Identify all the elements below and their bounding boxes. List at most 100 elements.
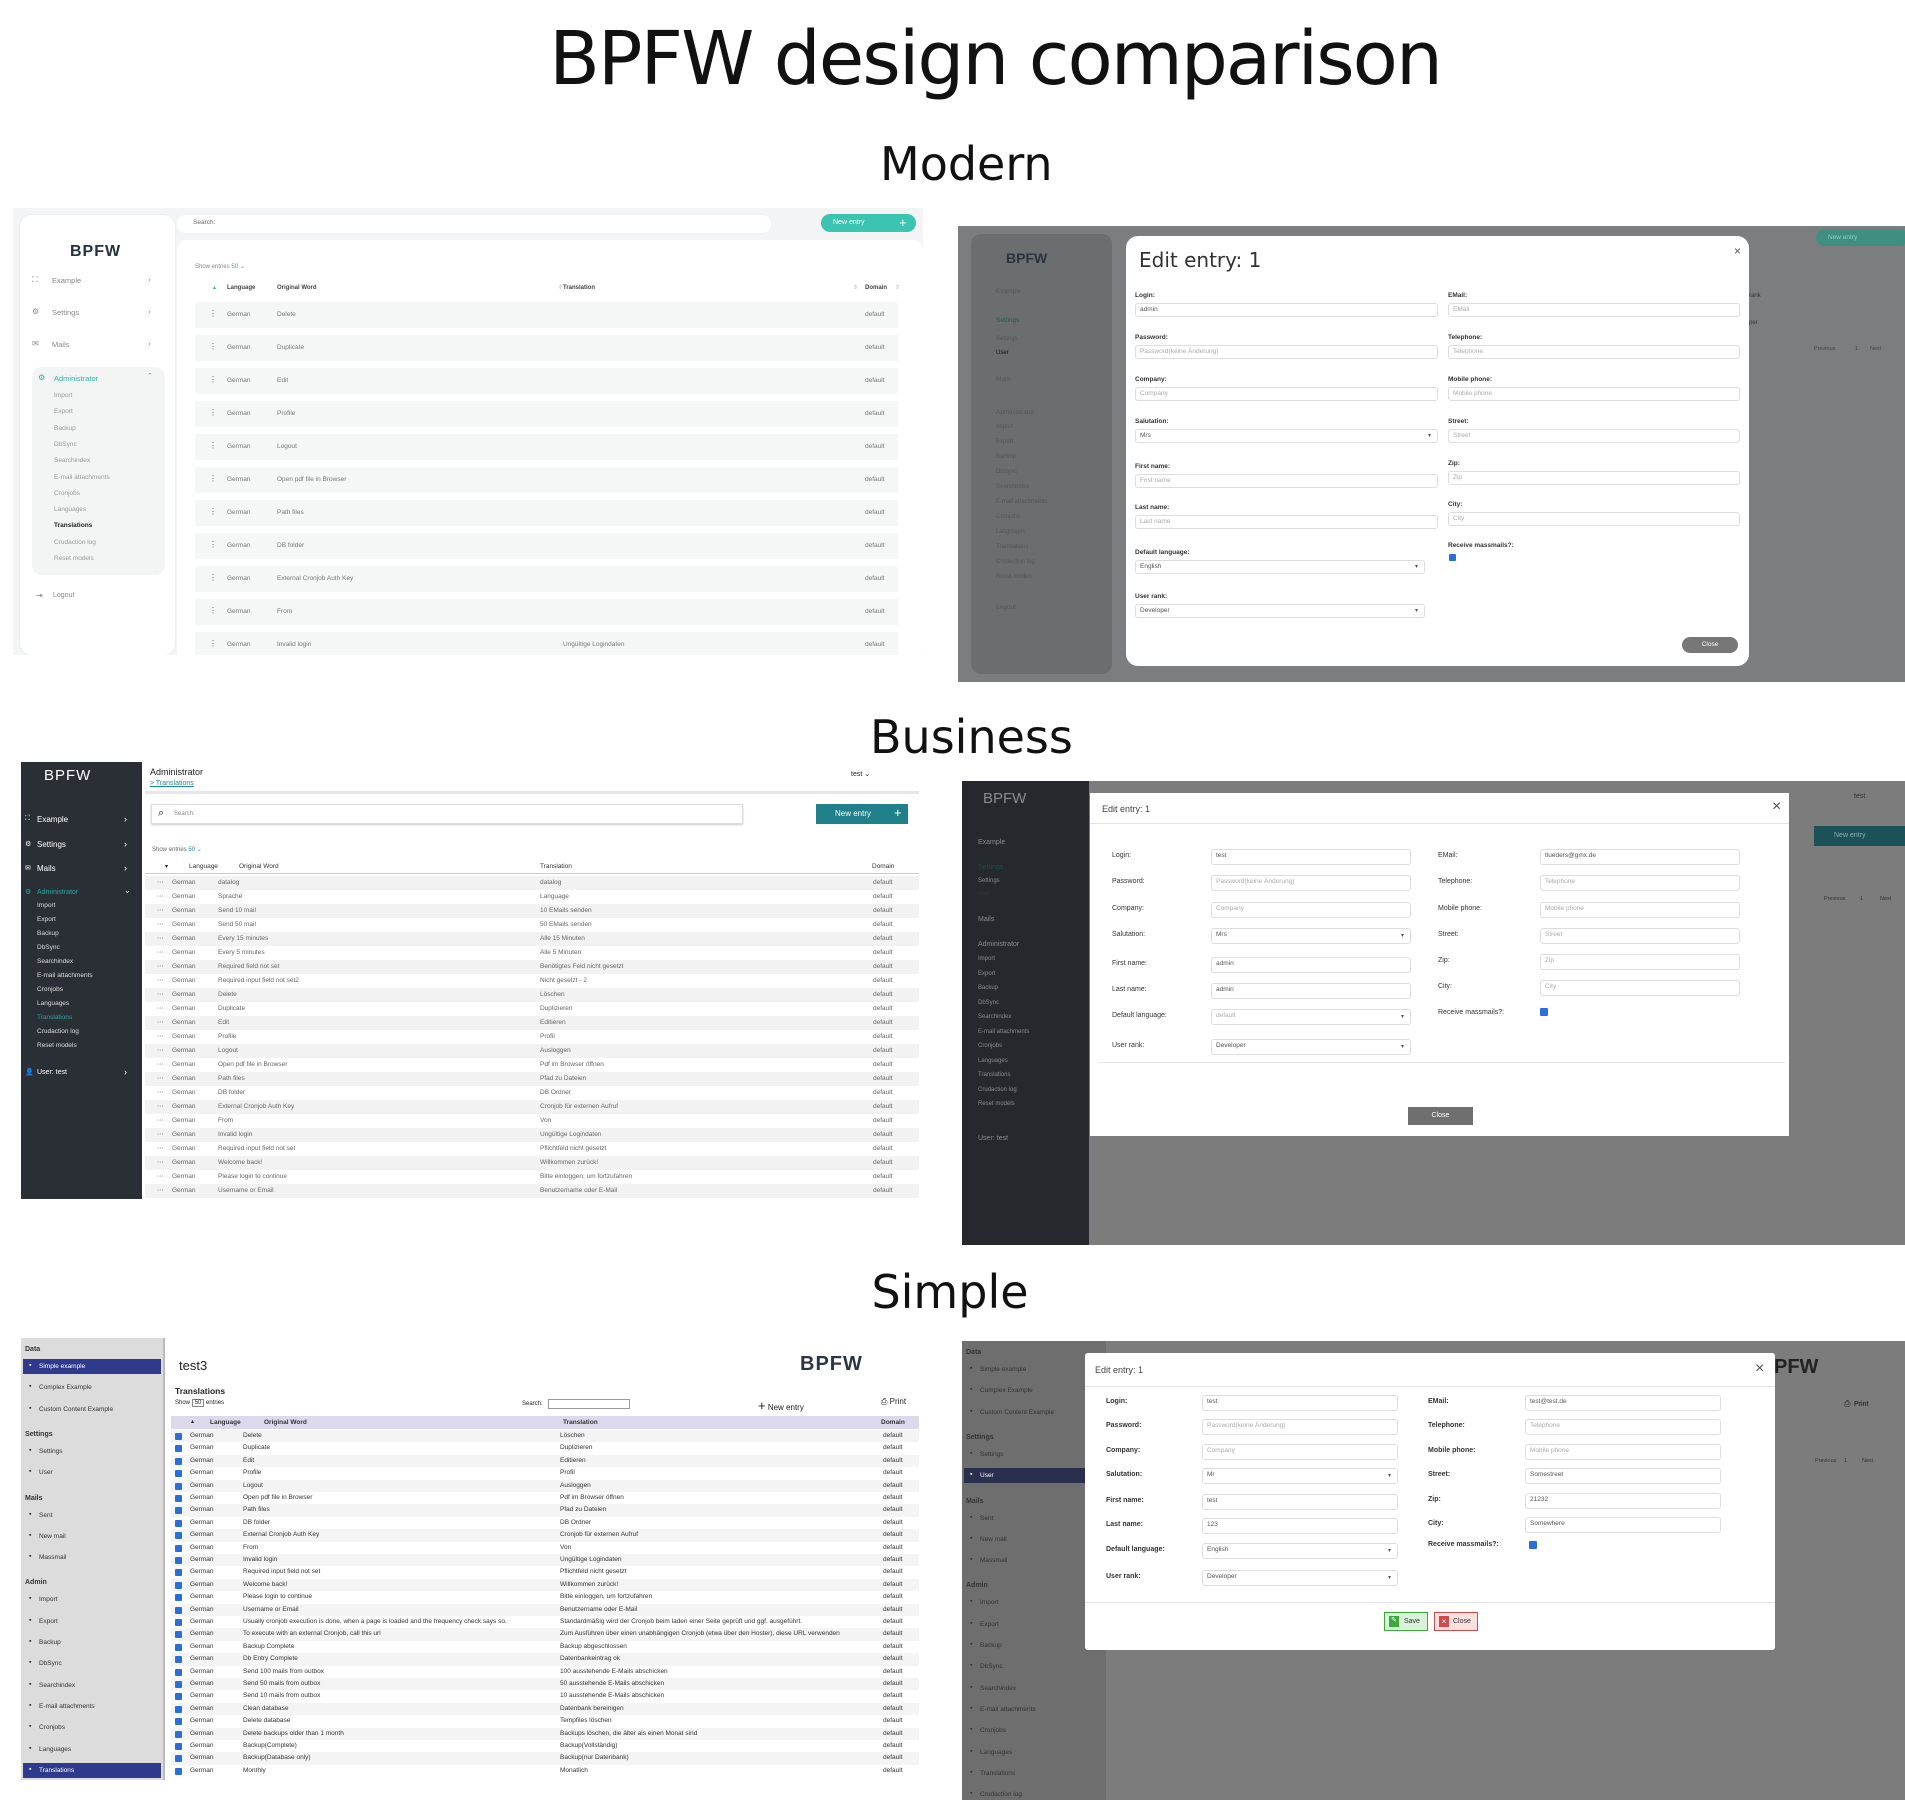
table-row[interactable]: German Monthly Monatlich default <box>171 1764 919 1778</box>
admin-subitem[interactable]: E-mail attachments <box>54 474 110 481</box>
table-row[interactable]: ⋮ German External Cronjob Auth Key default <box>195 566 898 592</box>
pagination-previous[interactable]: Previous <box>1815 1458 1836 1464</box>
show-count[interactable]: 50 <box>231 264 238 270</box>
form-field[interactable]: First name <box>1135 474 1438 488</box>
table-row[interactable]: ⋮ German Profile default <box>195 401 898 427</box>
admin-subitem[interactable]: Cronjobs <box>978 1043 1002 1049</box>
table-row[interactable]: German Usually cronjob execution is done,… <box>171 1616 919 1629</box>
sidebar-item[interactable]: Example <box>996 288 1021 295</box>
table-row[interactable]: ⋮ German Open pdf file in Browser default <box>195 467 898 493</box>
sidebar-item[interactable]: Sent <box>39 1512 52 1519</box>
admin-subitem[interactable]: Languages <box>54 506 86 513</box>
row-select-icon[interactable] <box>175 1457 182 1465</box>
form-field[interactable]: Developer ▾ <box>1202 1570 1398 1586</box>
sidebar-item[interactable]: Custom Content Example <box>39 1406 113 1413</box>
table-row[interactable]: ⋯ German Open pdf file in Browser Pdf im Br… <box>145 1058 919 1072</box>
row-select-icon[interactable] <box>175 1743 182 1750</box>
sidebar-item[interactable]: Cronjobs <box>39 1724 65 1731</box>
form-field[interactable]: Somewhere <box>1525 1517 1721 1533</box>
table-row[interactable]: ⋯ German DB folder DB Ordner default <box>145 1086 919 1100</box>
close-button[interactable]: Close <box>1682 637 1738 653</box>
show-count-select[interactable]: 50 <box>191 1399 205 1407</box>
settings-subitem[interactable]: User <box>996 350 1009 356</box>
sidebar-item[interactable]: Backup <box>39 1639 61 1646</box>
row-select-icon[interactable] <box>175 1681 182 1688</box>
row-menu-icon[interactable]: ⋯ <box>157 1102 164 1110</box>
form-field[interactable]: Company <box>1202 1444 1398 1460</box>
table-row[interactable]: ⋮ German Logout default <box>195 434 898 460</box>
sidebar-item-mails[interactable]: Mails <box>996 376 1011 383</box>
row-select-icon[interactable] <box>175 1631 182 1639</box>
table-row[interactable]: ⋯ German Send 50 mail 50 EMails senden defau… <box>145 918 919 932</box>
form-field[interactable]: Somestreet <box>1525 1468 1721 1484</box>
table-row[interactable]: ⋯ German External Cronjob Auth Key Cronjob … <box>145 1100 919 1114</box>
table-row[interactable]: German Required input field not set Pflich… <box>171 1566 919 1579</box>
form-field[interactable]: admin <box>1211 957 1411 973</box>
form-field[interactable]: Company <box>1135 387 1438 401</box>
table-row[interactable]: German DB folder DB Ordner default <box>171 1516 919 1530</box>
close-icon[interactable]: × <box>1772 798 1781 816</box>
form-field[interactable]: test <box>1202 1395 1398 1411</box>
user-menu[interactable]: test ⌄ <box>851 770 870 778</box>
form-field[interactable]: City <box>1448 512 1740 526</box>
form-field[interactable]: test <box>1202 1494 1398 1510</box>
admin-subitem[interactable]: Reset models <box>996 574 1033 580</box>
sort-icon[interactable]: ⇕ <box>853 284 858 291</box>
sidebar-item[interactable]: E-mail attachments <box>39 1703 95 1710</box>
table-row[interactable]: German Backup Complete Backup abgeschlosse… <box>171 1640 919 1654</box>
sidebar-item[interactable]: Translations <box>39 1767 74 1774</box>
column-header[interactable]: Domain <box>865 285 887 291</box>
admin-subitem[interactable]: Languages <box>978 1058 1008 1064</box>
row-select-icon[interactable] <box>175 1619 182 1626</box>
search-input[interactable]: ⌕ Search: <box>151 804 743 824</box>
table-row[interactable]: German Open pdf file in Browser Pdf im Bro… <box>171 1492 919 1505</box>
row-menu-icon[interactable]: ⋯ <box>157 1088 164 1096</box>
row-menu-icon[interactable]: ⋯ <box>157 1172 164 1180</box>
row-select-icon[interactable] <box>175 1495 182 1502</box>
row-select-icon[interactable] <box>175 1482 182 1490</box>
form-field[interactable]: 21232 <box>1525 1493 1721 1509</box>
table-row[interactable]: German Welcome back! Willkommen zurück! def… <box>171 1578 919 1592</box>
column-header[interactable]: Original Word <box>277 285 317 291</box>
sidebar-item-settings[interactable]: Settings <box>978 864 1003 871</box>
column-header[interactable]: Language <box>189 863 218 870</box>
table-row[interactable]: ⋯ German Profile Profil default <box>145 1030 919 1044</box>
form-field[interactable]: Password(keine Änderung) <box>1202 1419 1398 1435</box>
sidebar-item[interactable]: DbSync <box>980 1663 1003 1670</box>
admin-subitem[interactable]: Cronjobs <box>996 514 1020 520</box>
row-select-icon[interactable] <box>175 1606 182 1614</box>
row-menu-icon[interactable]: ⋮ <box>209 540 217 549</box>
table-row[interactable]: German Duplicate Duplizieren default <box>171 1442 919 1455</box>
sidebar-item[interactable]: Export <box>39 1618 58 1625</box>
admin-subitem[interactable]: DbSync <box>996 469 1017 475</box>
admin-subitem[interactable]: Translations <box>978 1072 1010 1078</box>
row-menu-icon[interactable]: ⋯ <box>157 948 164 956</box>
table-row[interactable]: ⋯ German Delete Löschen default <box>145 988 919 1002</box>
table-row[interactable]: German Invalid login Ungültige Logindaten d… <box>171 1554 919 1567</box>
row-select-icon[interactable] <box>175 1643 182 1651</box>
table-row[interactable]: German Delete database Tempfiles löschen de… <box>171 1715 919 1728</box>
table-row[interactable]: German Backup(Complete) Backup(Vollständig… <box>171 1740 919 1753</box>
sidebar-item[interactable]: Searchindex <box>39 1682 75 1689</box>
row-menu-icon[interactable]: ⋮ <box>209 639 217 648</box>
form-field[interactable]: Last name <box>1135 515 1438 529</box>
row-select-icon[interactable] <box>175 1730 182 1738</box>
sidebar-item[interactable]: Simple example <box>980 1366 1026 1373</box>
sort-icon[interactable]: ⇕ <box>895 284 900 291</box>
sidebar-item[interactable]: User <box>980 1472 994 1479</box>
sidebar-item-user[interactable]: User: test <box>37 1069 67 1076</box>
sidebar-item[interactable]: New mail <box>39 1533 66 1540</box>
new-entry-button[interactable]: New entry + <box>816 804 908 824</box>
admin-subitem[interactable]: E-mail attachments <box>996 499 1047 505</box>
table-row[interactable]: ⋮ German DB folder default <box>195 533 898 559</box>
table-row[interactable]: ⋯ German Username or Email Benutzername ode… <box>145 1184 919 1198</box>
sidebar-item[interactable]: Sent <box>980 1515 993 1522</box>
table-row[interactable]: German To execute with an external Cronjo… <box>171 1628 919 1641</box>
settings-subitem[interactable]: Settings <box>996 336 1018 342</box>
table-row[interactable]: ⋯ German Path files Pfad zu Dateien default <box>145 1072 919 1086</box>
row-select-icon[interactable] <box>175 1433 182 1440</box>
form-field[interactable]: Zip <box>1448 471 1740 485</box>
form-field[interactable]: Mrs ▾ <box>1211 928 1411 944</box>
column-header[interactable]: Translation <box>563 285 595 291</box>
row-select-icon[interactable] <box>175 1519 182 1527</box>
